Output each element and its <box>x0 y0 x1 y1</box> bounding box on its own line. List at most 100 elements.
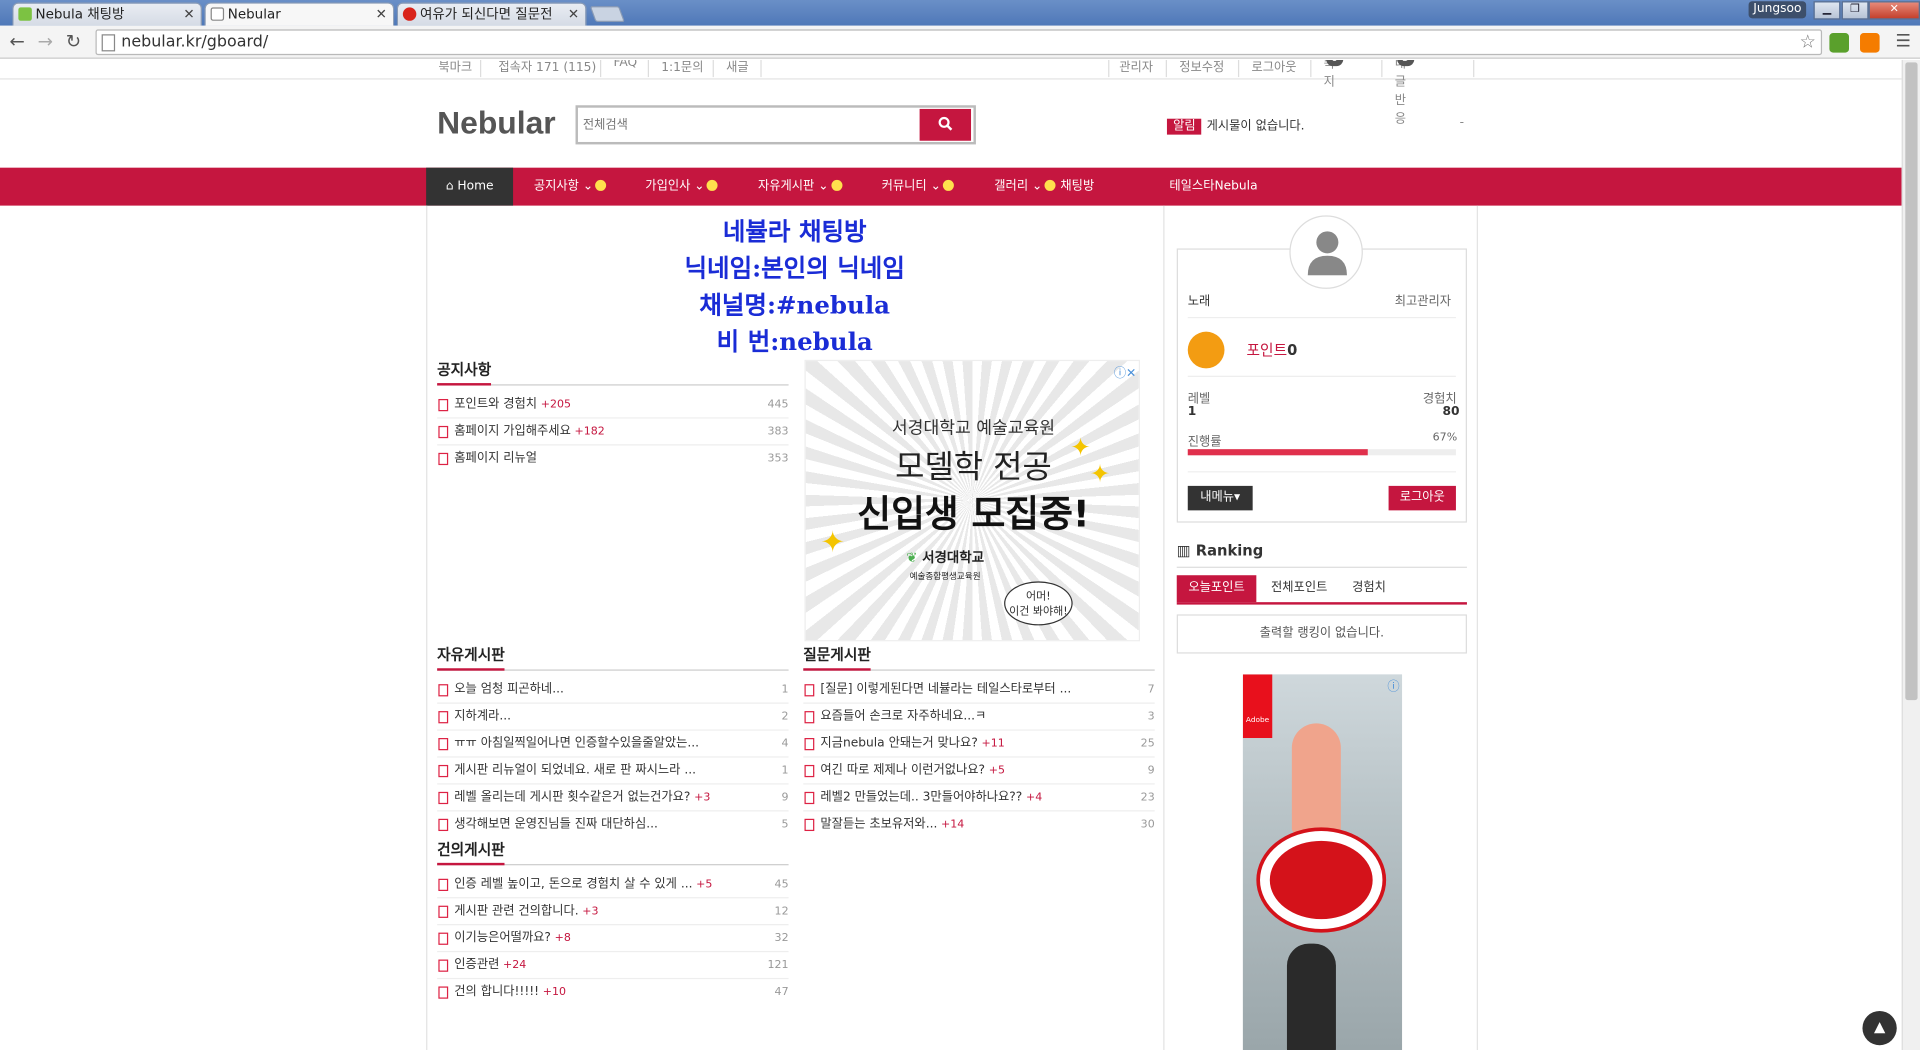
document-icon <box>438 878 449 891</box>
tab-title: Nebular <box>227 6 281 23</box>
sparkle-icon: ✦ <box>1089 458 1111 489</box>
scrollbar-thumb[interactable] <box>1905 62 1918 701</box>
tab-total-points[interactable]: 전체포인트 <box>1262 575 1335 602</box>
tab-today-points[interactable]: 오늘포인트 <box>1176 575 1257 603</box>
ad-info-icon[interactable]: ⓘ <box>1387 676 1399 693</box>
address-url[interactable]: nebular.kr/gboard/ <box>121 33 268 51</box>
user-icon <box>1307 231 1347 276</box>
bookmark-star-icon[interactable]: ☆ <box>1799 31 1815 53</box>
document-icon <box>438 738 449 751</box>
board-title[interactable]: 건의게시판 <box>437 838 505 866</box>
close-window-icon[interactable]: ✕ <box>1868 1 1920 20</box>
forward-arrow-icon[interactable]: → <box>33 29 57 53</box>
list-item[interactable]: 말잘듣는 초보유저와... +14 30 <box>803 811 1155 838</box>
document-icon <box>438 452 449 466</box>
exp-value: 80 <box>1442 405 1460 419</box>
list-item[interactable]: 포인트와 경험치 +205 445 <box>437 392 789 419</box>
back-arrow-icon[interactable]: ← <box>5 29 29 53</box>
logout-button[interactable]: 로그아웃 <box>1388 485 1456 511</box>
list-item[interactable]: 게시판 리뉴얼이 되었네요. 새로 판 짜시느라 ... 1 <box>437 758 789 785</box>
list-item[interactable]: 레벨 올리는데 게시판 횟수같은거 없는건가요? +3 9 <box>437 785 789 812</box>
page-scrollbar[interactable] <box>1901 59 1920 1050</box>
suggestion-board: 건의게시판 인증 레벨 높이고, 돈으로 경험치 살 수 있게 ... +5 45 … <box>437 838 789 1006</box>
list-item[interactable]: ㅠㅠ 아침일찍일어나면 인증할수있을줄알았는... 4 <box>437 731 789 758</box>
document-icon <box>438 905 449 918</box>
level-value: 1 <box>1187 405 1197 419</box>
tab-title: Nebula 채팅방 <box>35 6 125 23</box>
list-item[interactable]: 이기능은어떨까요? +8 32 <box>437 925 789 953</box>
board-title[interactable]: 질문게시판 <box>803 644 871 671</box>
list-item[interactable]: 홈페이지 가입해주세요 +182 383 <box>437 419 789 446</box>
page-icon <box>101 34 116 52</box>
exp-label: 경험치 <box>1422 392 1457 407</box>
window-titlebar: Nebula 채팅방 ✕ Nebular ✕ 여유가 되신다면 질문전 ✕ Ju… <box>0 0 1920 26</box>
reload-icon[interactable]: ↻ <box>61 29 85 53</box>
sparkle-icon: ✦ <box>1070 432 1091 462</box>
document-icon <box>804 711 815 724</box>
leaf-icon: ❦ <box>906 549 918 566</box>
nebula-favicon-icon <box>18 7 32 21</box>
ranking-title: ▥ Ranking <box>1176 542 1264 560</box>
document-icon <box>438 986 449 999</box>
browser-menu-icon[interactable]: ☰ <box>1896 32 1911 52</box>
list-item[interactable]: 인증 레벨 높이고, 돈으로 경험치 살 수 있게 ... +5 45 <box>437 871 789 899</box>
document-icon <box>438 818 449 832</box>
point-gauge-icon <box>1187 331 1225 369</box>
list-item[interactable]: 지하계라... 2 <box>437 704 789 731</box>
maximize-icon[interactable]: ❐ <box>1841 1 1869 20</box>
ad-info-icon[interactable]: ⓘ✕ <box>1114 362 1137 380</box>
document-icon <box>804 764 815 778</box>
list-item[interactable]: 생각해보면 운영진님들 진짜 대단하심... 5 <box>437 811 789 838</box>
progress-percent: 67% <box>1432 432 1458 445</box>
board-title[interactable]: 공지사항 <box>437 359 492 386</box>
ranking-empty-message: 출력할 랭킹이 없습니다. <box>1176 614 1467 654</box>
extension-icon[interactable] <box>1829 33 1849 53</box>
banner-ad[interactable]: 서경대학교 예술교육원 모델학 전공 신입생 모집중! ❦ 서경대학교 예술종합평… <box>804 359 1141 642</box>
level-label: 레벨 <box>1187 392 1211 407</box>
tab-close-icon[interactable]: ✕ <box>568 4 579 25</box>
analytics-extension-icon[interactable] <box>1860 33 1880 53</box>
list-item[interactable]: [질문] 이렇게된다면 네뷸라는 테일스타로부터 ... 7 <box>803 677 1155 704</box>
avatar[interactable] <box>1289 215 1363 289</box>
chat-info-title: 네뷸라 채팅방 <box>722 216 867 247</box>
document-icon <box>438 684 449 697</box>
browser-tab-nebular[interactable]: Nebular ✕ <box>204 2 395 26</box>
progress-bar <box>1187 449 1456 456</box>
list-item[interactable]: 여긴 따로 제제나 이런거없나요? +5 9 <box>803 758 1155 785</box>
browser-tab-nebula-chat[interactable]: Nebula 채팅방 ✕ <box>12 2 203 26</box>
browser-toolbar: ← → ↻ nebular.kr/gboard/ ☆ ☰ <box>0 25 1920 59</box>
bar-chart-icon: ▥ <box>1176 542 1191 560</box>
ad-person-image <box>1286 943 1336 1050</box>
tab-experience[interactable]: 경험치 <box>1345 575 1394 602</box>
creative-cloud-logo <box>1260 831 1383 929</box>
scroll-to-top-button[interactable]: ▲ <box>1862 1010 1897 1046</box>
minimize-icon[interactable]: ▁ <box>1813 1 1841 20</box>
adobe-ad[interactable]: Adobe ⓘ <box>1242 674 1403 1050</box>
list-item[interactable]: 지금nebula 안돼는거 맞나요? +11 25 <box>803 731 1155 758</box>
list-item[interactable]: 오늘 엄청 피곤하네... 1 <box>437 677 789 704</box>
my-menu-button[interactable]: 내메뉴▾ <box>1187 485 1253 511</box>
list-item[interactable]: 건의 합니다!!!!! +10 47 <box>437 979 789 1006</box>
progress-bar-fill <box>1187 449 1368 456</box>
ad-person-image <box>1291 723 1341 834</box>
board-title[interactable]: 자유게시판 <box>437 644 505 671</box>
list-item[interactable]: 요즘들어 손크로 자주하네요...ㅋ 3 <box>803 704 1155 731</box>
page-favicon-icon <box>210 7 225 21</box>
progress-label: 진행률 <box>1187 435 1222 450</box>
list-item[interactable]: 홈페이지 리뉴얼 353 <box>437 445 789 472</box>
tab-close-icon[interactable]: ✕ <box>183 4 194 25</box>
address-bar[interactable]: nebular.kr/gboard/ ☆ <box>95 29 1823 56</box>
browser-user-badge[interactable]: Jungsoo <box>1748 1 1807 19</box>
list-item[interactable]: 인증관련 +24 121 <box>437 952 789 980</box>
new-tab-button[interactable] <box>589 6 625 23</box>
chat-info-password: 비 번:nebula <box>716 326 873 357</box>
tab-close-icon[interactable]: ✕ <box>376 4 387 25</box>
sparkle-icon: ✦ <box>820 525 846 560</box>
document-icon <box>804 818 815 832</box>
browser-tab-question[interactable]: 여유가 되신다면 질문전 ✕ <box>396 2 587 26</box>
list-item[interactable]: 레벨2 만들었는데.. 3만들어야하나요?? +4 23 <box>803 785 1155 812</box>
list-item[interactable]: 게시판 관련 건의합니다. +3 12 <box>437 898 789 926</box>
profile-name: 노래 <box>1187 294 1211 309</box>
point-display[interactable]: 포인트0 <box>1247 339 1298 360</box>
chat-info-nickname: 닉네임:본인의 닉네임 <box>684 253 905 283</box>
